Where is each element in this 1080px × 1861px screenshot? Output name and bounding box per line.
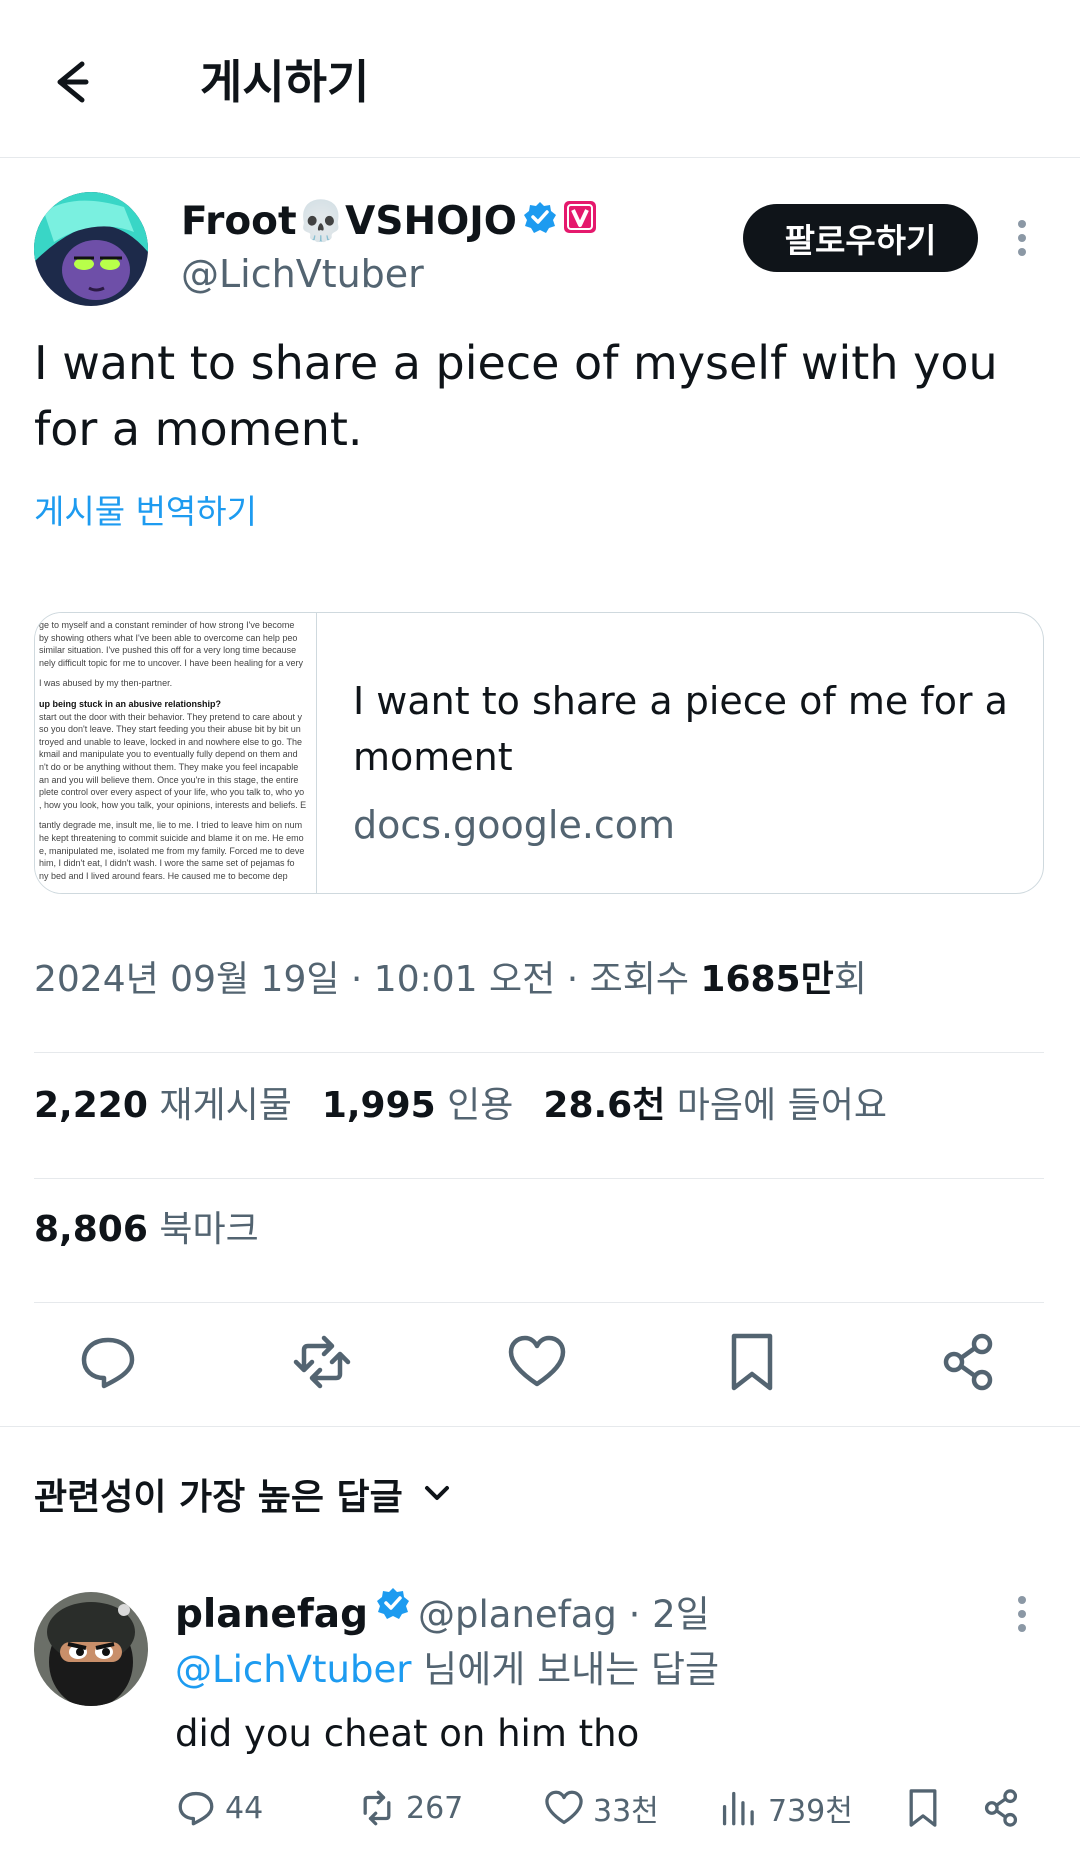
section-divider [0,1426,1080,1427]
views-bar-chart-icon [722,1791,754,1826]
link-preview-card[interactable]: ge to myself and a constant reminder of … [34,612,1044,894]
reply-likes-count: 33천 [593,1794,659,1829]
more-options-icon[interactable] [1010,216,1034,260]
thumbnail-text-line: so you don't leave. They start feeding y… [39,724,301,735]
link-card-title: I want to share a piece of me for a mome… [353,679,1008,779]
top-bar: 게시하기 [0,0,1080,158]
reply-mention-link[interactable]: @LichVtuber [175,1648,411,1691]
repost-icon [363,1790,391,1826]
link-thumbnail-image: ge to myself and a constant reminder of … [35,613,317,893]
reply-repost-button[interactable]: 267 [356,1780,463,1836]
share-icon[interactable] [936,1330,1000,1394]
translate-post-link[interactable]: 게시물 번역하기 [34,488,257,536]
like-heart-icon [545,1790,583,1825]
replies-sort-label: 관련성이 가장 높은 답글 [34,1477,403,1518]
thumbnail-text-line: by showing others what I've been able to… [39,632,298,643]
views-prefix: · 조회수 [555,959,701,1000]
follow-button[interactable]: 팔로우하기 [743,204,978,272]
reply-icon [178,1791,214,1826]
thumbnail-text-line [39,811,316,819]
replies-sort-dropdown[interactable]: 관련성이 가장 높은 답글 [34,1470,453,1526]
thumbnail-text-line: up being stuck in an abusive relationshi… [39,698,222,709]
divider [34,1052,1044,1053]
thumbnail-text-line: him, I didn't eat, I didn't wash. I wore… [39,858,295,869]
post-meta: 2024년 09월 19일 · 10:01 오전 · 조회수 1685만회 [34,952,867,1008]
likes-stat[interactable]: 28.6천 마음에 들어요 [543,1085,917,1126]
thumbnail-text-line: kmail and manipulate you to eventually f… [39,749,298,760]
post-timestamp[interactable]: 2024년 09월 19일 · 10:01 오전 [34,959,555,1000]
thumbnail-text-line: tantly degrade me, insult me, lie to me.… [39,820,303,831]
thumbnail-text-line: ny bed and I lived around fears. He caus… [39,870,288,881]
author-name[interactable]: Froot💀VSHOJO [181,196,517,248]
thumbnail-text-line: start out the door with their behavior. … [39,711,302,722]
thumbnail-text-line: nely difficult topic for me to uncover. … [39,657,303,668]
thumbnail-text-line: plete control over every aspect of your … [39,787,305,798]
repost-icon[interactable] [290,1330,354,1394]
author-handle[interactable]: @LichVtuber [181,248,424,300]
reply-author-name[interactable]: planefag [175,1587,368,1643]
reply-handle-time[interactable]: @planefag · 2일 [418,1587,710,1643]
quotes-stat[interactable]: 1,995 인용 [322,1085,544,1126]
bookmark-icon[interactable] [720,1330,784,1394]
verified-badge-icon [376,1586,410,1643]
bookmarks-stat[interactable]: 8,806 북마크 [34,1202,289,1258]
reply-text: did you cheat on him tho [175,1712,640,1755]
chevron-down-icon [421,1470,453,1526]
thumbnail-text-line: e, manipulated me, isolated me from my f… [39,845,305,856]
views-suffix: 회 [833,959,867,1000]
verified-badge-icon [523,196,557,248]
views-count: 1685만 [700,959,834,1000]
reply-reposts-count: 267 [406,1790,464,1826]
thumbnail-text-line: ge to myself and a constant reminder of … [39,620,295,630]
reply-like-button[interactable]: 33천 [543,1780,659,1836]
thumbnail-text-line [39,669,316,677]
thumbnail-text-line: I was abused by my then-partner. [39,678,173,689]
engagement-stats: 2,220 재게시물 1,995 인용 28.6천 마음에 들어요 [34,1078,917,1134]
thumbnail-text-line [39,690,316,698]
divider [34,1302,1044,1303]
bookmark-icon [909,1789,937,1827]
post-text: I want to share a piece of myself with y… [34,336,998,456]
reply-replies-count: 44 [225,1790,264,1826]
reply-bookmark-button[interactable] [902,1780,944,1836]
thumbnail-text-line: , how you look, how you talk, your opini… [39,799,307,810]
reply-author-avatar[interactable] [34,1592,148,1706]
reply-share-button[interactable] [980,1780,1022,1836]
vshojo-affiliate-badge-icon[interactable] [563,196,597,248]
thumbnail-text-line: troyed and unable to leave, locked in an… [39,736,303,747]
reply-reply-button[interactable]: 44 [175,1780,263,1836]
reply-header: planefag @planefag · 2일 [175,1586,710,1643]
back-arrow-icon[interactable] [44,50,108,114]
author-name-row[interactable]: Froot💀VSHOJO [181,196,597,248]
reply-views-button[interactable]: 739천 [718,1780,853,1836]
link-card-domain: docs.google.com [353,803,676,847]
share-icon [984,1789,1018,1827]
author-avatar[interactable] [34,192,148,306]
reply-views-count: 739천 [768,1794,853,1829]
reply-icon[interactable] [76,1330,140,1394]
thumbnail-text-line: an and you will believe them. Once you'r… [39,774,299,785]
reply-more-options-icon[interactable] [1010,1592,1034,1636]
thumbnail-text-line: similar situation. I've pushed this off … [39,645,297,656]
thumbnail-text-line: he kept threatening to commit suicide an… [39,832,304,843]
replying-to-line: @LichVtuber 님에게 보내는 답글 [175,1642,719,1698]
thumbnail-text-line: n't do or be anything without them. They… [39,761,299,772]
like-heart-icon[interactable] [505,1330,569,1394]
page-title: 게시하기 [200,55,370,109]
divider [34,1178,1044,1179]
reposts-stat[interactable]: 2,220 재게시물 [34,1085,322,1126]
reply-to-suffix: 님에게 보내는 답글 [411,1648,720,1691]
